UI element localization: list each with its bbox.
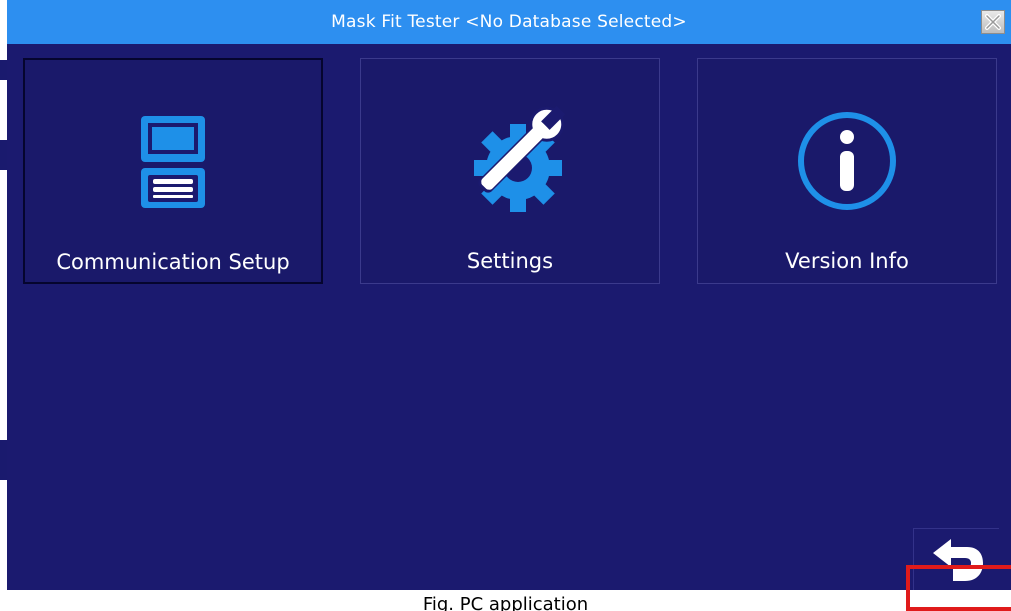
screenshot-stage: Mask Fit Tester <No Database Selected> C… <box>0 0 1011 611</box>
info-circle-icon <box>798 112 896 210</box>
desktop-edge-fragment <box>0 440 7 480</box>
figure-caption: Fig. PC application <box>422 594 589 611</box>
communication-setup-label: Communication Setup <box>56 250 290 274</box>
desktop-edge-fragment <box>0 60 7 80</box>
close-button[interactable] <box>981 10 1005 34</box>
communication-device-icon <box>141 116 205 208</box>
close-x-icon <box>985 14 1001 30</box>
version-info-tile[interactable]: Version Info <box>697 58 997 284</box>
window-title: Mask Fit Tester <No Database Selected> <box>331 12 687 32</box>
app-window: Mask Fit Tester <No Database Selected> C… <box>7 0 1011 590</box>
version-info-label: Version Info <box>785 249 909 273</box>
communication-setup-tile[interactable]: Communication Setup <box>23 58 323 284</box>
back-arrow-icon <box>932 538 983 581</box>
wrench-gear-icon <box>474 106 566 212</box>
back-button[interactable] <box>913 528 999 590</box>
title-bar: Mask Fit Tester <No Database Selected> <box>7 0 1011 44</box>
desktop-edge-fragment <box>0 140 7 170</box>
settings-label: Settings <box>466 249 554 273</box>
settings-tile[interactable]: Settings <box>360 58 660 284</box>
